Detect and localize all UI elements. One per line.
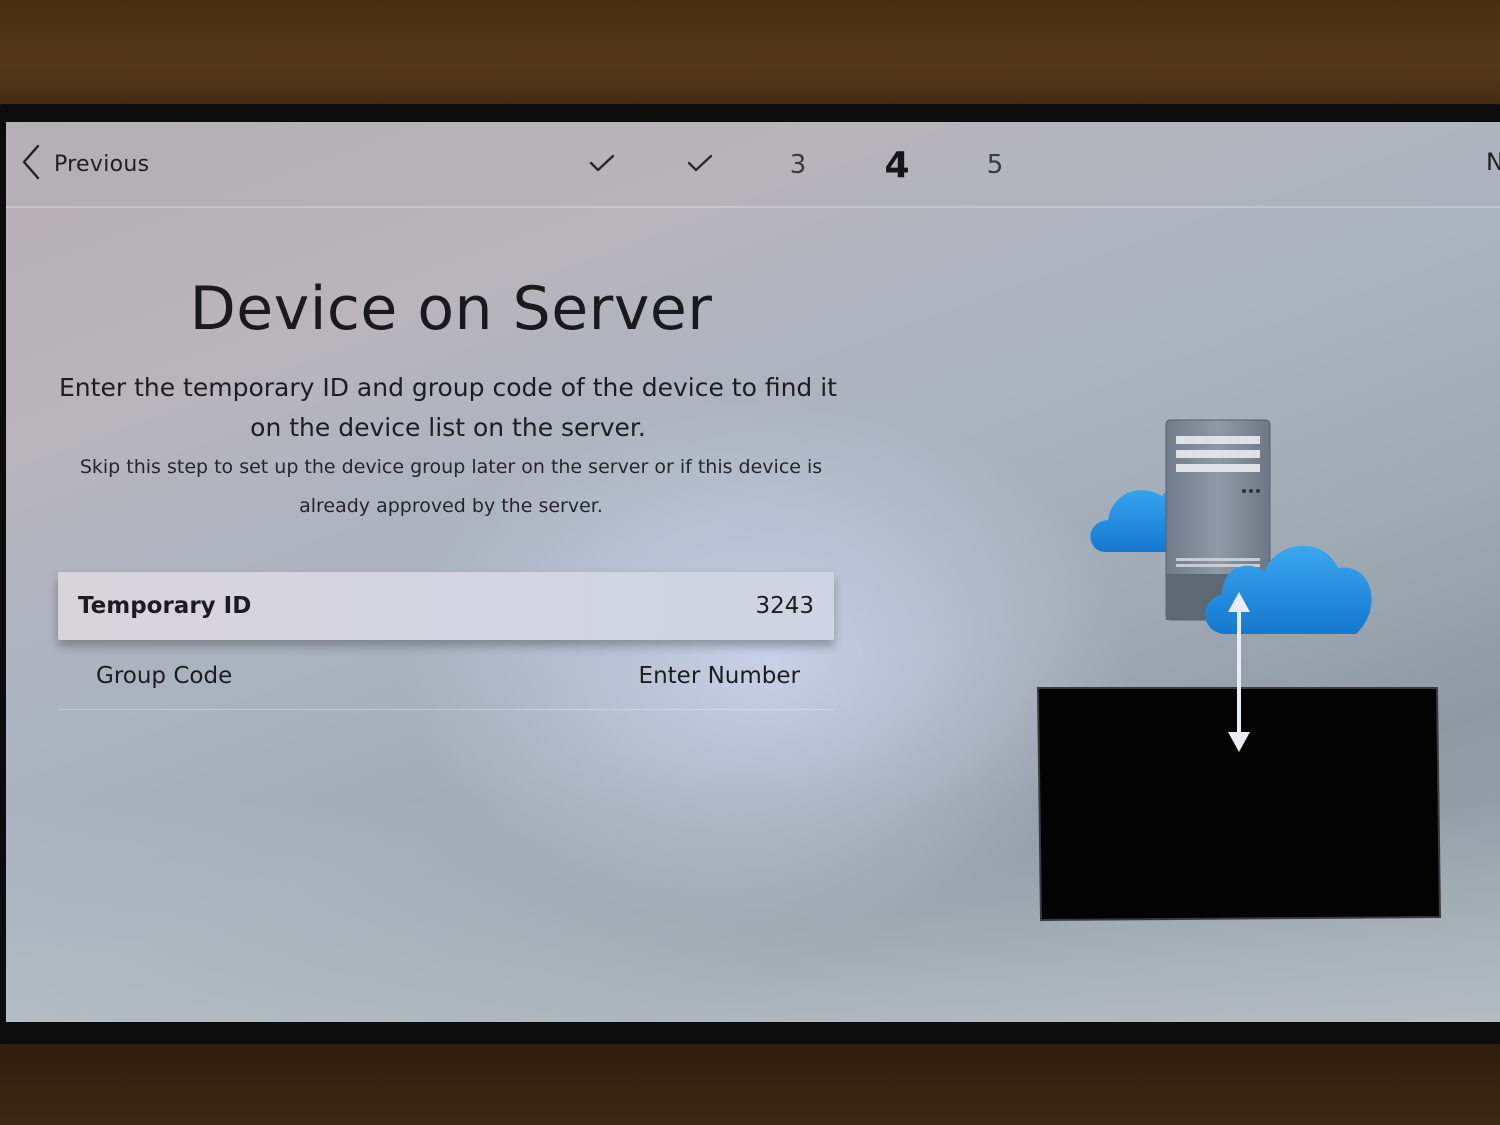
- step-navigation-bar: Previous 3 4 5 N: [6, 122, 1500, 208]
- server-connection-illustration: [1026, 412, 1446, 922]
- page-title: Device on Server: [189, 274, 713, 344]
- checkmark-icon: [589, 150, 615, 180]
- next-button[interactable]: N: [1486, 148, 1500, 176]
- step-5: 5: [986, 150, 1004, 180]
- chevron-left-icon: [20, 142, 42, 186]
- step-3: 3: [789, 150, 807, 180]
- group-code-label: Group Code: [96, 662, 233, 689]
- page-note: Skip this step to set up the device grou…: [79, 456, 823, 517]
- temporary-id-field[interactable]: Temporary ID 3243: [58, 572, 834, 640]
- previous-label: Previous: [54, 151, 150, 177]
- step-1-done: [582, 140, 622, 190]
- temporary-id-label: Temporary ID: [78, 593, 252, 619]
- setup-screen: Previous 3 4 5 N Device on Server Enter …: [6, 122, 1500, 1022]
- step-4-current: 4: [884, 144, 910, 186]
- step-indicator: 3 4 5: [546, 140, 1066, 190]
- group-code-value: Enter Number: [638, 662, 800, 689]
- temporary-id-value: 3243: [755, 593, 814, 619]
- step-2-done: [680, 140, 720, 190]
- page-description: Enter the temporary ID and group code of…: [59, 373, 837, 442]
- group-code-field[interactable]: Group Code Enter Number: [58, 642, 834, 710]
- checkmark-icon: [687, 150, 713, 180]
- previous-button[interactable]: Previous: [20, 142, 149, 186]
